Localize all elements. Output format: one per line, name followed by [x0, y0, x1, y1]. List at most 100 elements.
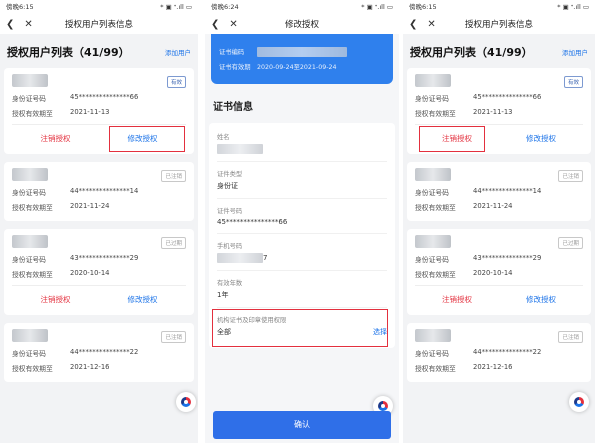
- id-label: 身份证号码: [415, 189, 449, 197]
- expiry-label: 授权有效期至: [415, 365, 456, 373]
- id-value: 44***************22: [70, 348, 139, 356]
- status-bar: 傍晚6:15 * ▣ ᐩ.ıll ▭: [0, 0, 198, 14]
- phone-masked: [217, 253, 263, 263]
- add-user-button[interactable]: 添加用户: [165, 47, 191, 57]
- screenshot-collage: 傍晚6:15 * ▣ ᐩ.ıll ▭ ❮ ✕ 授权用户列表信息 授权用户列表（4…: [0, 0, 595, 443]
- status-time: 傍晚6:15: [6, 3, 34, 11]
- status-badge: 已注销: [558, 331, 583, 343]
- phone-field: 手机号码 7: [217, 234, 387, 271]
- id-value: 44***************22: [473, 348, 542, 356]
- cancel-auth-button[interactable]: 注销授权: [12, 292, 99, 311]
- expiry-label: 授权有效期至: [415, 271, 456, 279]
- expiry-value: 2021-11-24: [70, 202, 110, 210]
- expiry-value: 2021-12-16: [70, 363, 110, 371]
- avatar: [415, 74, 451, 87]
- id-label: 身份证号码: [415, 350, 449, 358]
- avatar: [415, 168, 451, 181]
- avatar: [12, 168, 48, 181]
- expiry-label: 授权有效期至: [415, 110, 456, 118]
- cancel-auth-button[interactable]: 注销授权: [12, 131, 99, 150]
- add-user-button[interactable]: 添加用户: [562, 47, 588, 57]
- id-value: 44***************14: [70, 187, 139, 195]
- card-actions: 注销授权 修改授权: [415, 285, 583, 311]
- list-title: 授权用户列表（41/99）: [410, 46, 533, 59]
- id-number-field: 证件号码 45***************66: [217, 199, 387, 234]
- panel-user-list-2: 傍晚6:15 * ▣ ᐩ.ıll ▭ ❮ ✕ 授权用户列表信息 授权用户列表（4…: [403, 0, 595, 443]
- back-icon[interactable]: ❮: [409, 19, 417, 30]
- expiry-label: 授权有效期至: [12, 110, 53, 118]
- avatar: [12, 329, 48, 342]
- expiry-label: 授权有效期至: [415, 204, 456, 212]
- permission-field[interactable]: 机构证书及印章使用权限 全部 选择: [212, 308, 388, 347]
- close-icon[interactable]: ✕: [24, 19, 32, 30]
- confirm-button[interactable]: 确认: [213, 411, 391, 439]
- card-actions: 注销授权 修改授权: [12, 124, 186, 152]
- panel-user-list-1: 傍晚6:15 * ▣ ᐩ.ıll ▭ ❮ ✕ 授权用户列表信息 授权用户列表（4…: [0, 0, 198, 443]
- id-label: 身份证号码: [12, 350, 46, 358]
- id-type-field: 证件类型 身份证: [217, 162, 387, 199]
- floating-assistant-icon[interactable]: [569, 392, 589, 412]
- list-header: 授权用户列表（41/99） 添加用户: [403, 34, 595, 68]
- years-label: 有效年数: [217, 280, 243, 287]
- id-value: 45***************66: [70, 93, 139, 101]
- years-field[interactable]: 有效年数 1年: [217, 271, 387, 308]
- modify-auth-button[interactable]: 修改授权: [499, 131, 583, 150]
- back-icon[interactable]: ❮: [211, 19, 219, 30]
- status-bar: 傍晚6:24 * ▣ ᐩ.ıll ▭: [205, 0, 399, 14]
- cert-code-masked: [257, 47, 347, 57]
- expiry-value: 2021-11-13: [70, 108, 110, 116]
- expiry-value: 2021-11-13: [473, 108, 513, 116]
- cert-valid-label: 证书有效期: [219, 64, 251, 71]
- highlight-box: [212, 309, 388, 347]
- user-card: 已过期 身份证号码 43***************29 授权有效期至 2020-…: [4, 229, 194, 315]
- id-value: 44***************14: [473, 187, 542, 195]
- expiry-label: 授权有效期至: [12, 365, 53, 373]
- highlight-box: [419, 126, 485, 152]
- certificate-header-card: 证书编码 证书有效期 2020-09-24至2021-09-24: [211, 34, 393, 84]
- id-number-value: 45***************66: [217, 218, 288, 226]
- id-label: 身份证号码: [415, 95, 449, 103]
- floating-assistant-icon[interactable]: [176, 392, 196, 412]
- card-actions: 注销授权 修改授权: [12, 285, 186, 311]
- avatar: [415, 235, 451, 248]
- close-icon[interactable]: ✕: [427, 19, 435, 30]
- user-card: 已注销 身份证号码 44***************22 授权有效期至 2021-…: [407, 323, 591, 382]
- card-actions: 注销授权 修改授权: [415, 124, 583, 152]
- expiry-value: 2021-12-16: [473, 363, 513, 371]
- expiry-value: 2020-10-14: [70, 269, 110, 277]
- name-masked: [217, 144, 263, 154]
- user-card: 有效 身份证号码 45***************66 授权有效期至 2021-1…: [407, 68, 591, 154]
- id-number-label: 证件号码: [217, 208, 243, 215]
- status-icons: * ▣ ᐩ.ıll ▭: [160, 3, 192, 11]
- modify-auth-button[interactable]: 修改授权: [99, 292, 186, 311]
- status-icons: * ▣ ᐩ.ıll ▭: [557, 3, 589, 11]
- avatar: [12, 74, 48, 87]
- id-label: 身份证号码: [12, 95, 46, 103]
- status-time: 傍晚6:24: [211, 3, 239, 11]
- user-card: 有效 身份证号码 45***************66 授权有效期至 2021-1…: [4, 68, 194, 154]
- nav-bar: ❮ ✕ 授权用户列表信息: [0, 14, 198, 34]
- list-title: 授权用户列表（41/99）: [7, 46, 130, 59]
- name-field: 姓名: [217, 125, 387, 162]
- user-card: 已过期 身份证号码 43***************29 授权有效期至 2020-…: [407, 229, 591, 315]
- id-type-value: 身份证: [217, 182, 238, 190]
- cert-valid-value: 2020-09-24至2021-09-24: [257, 64, 337, 71]
- status-time: 傍晚6:15: [409, 3, 437, 11]
- status-badge: 有效: [563, 76, 583, 88]
- id-value: 43***************29: [473, 254, 542, 262]
- cert-code-label: 证书编码: [219, 49, 245, 56]
- expiry-label: 授权有效期至: [12, 271, 53, 279]
- status-badge: 已过期: [558, 237, 583, 249]
- id-type-label: 证件类型: [217, 171, 243, 178]
- user-card: 已注销 身份证号码 44***************22 授权有效期至 2021-…: [4, 323, 194, 382]
- avatar: [415, 329, 451, 342]
- close-icon[interactable]: ✕: [229, 19, 237, 30]
- expiry-value: 2020-10-14: [473, 269, 513, 277]
- back-icon[interactable]: ❮: [6, 19, 14, 30]
- id-label: 身份证号码: [12, 256, 46, 264]
- modify-auth-button[interactable]: 修改授权: [499, 292, 583, 311]
- highlight-box: [109, 126, 185, 152]
- status-badge: 已过期: [161, 237, 186, 249]
- cancel-auth-button[interactable]: 注销授权: [415, 292, 499, 311]
- phone-tail: 7: [263, 254, 268, 262]
